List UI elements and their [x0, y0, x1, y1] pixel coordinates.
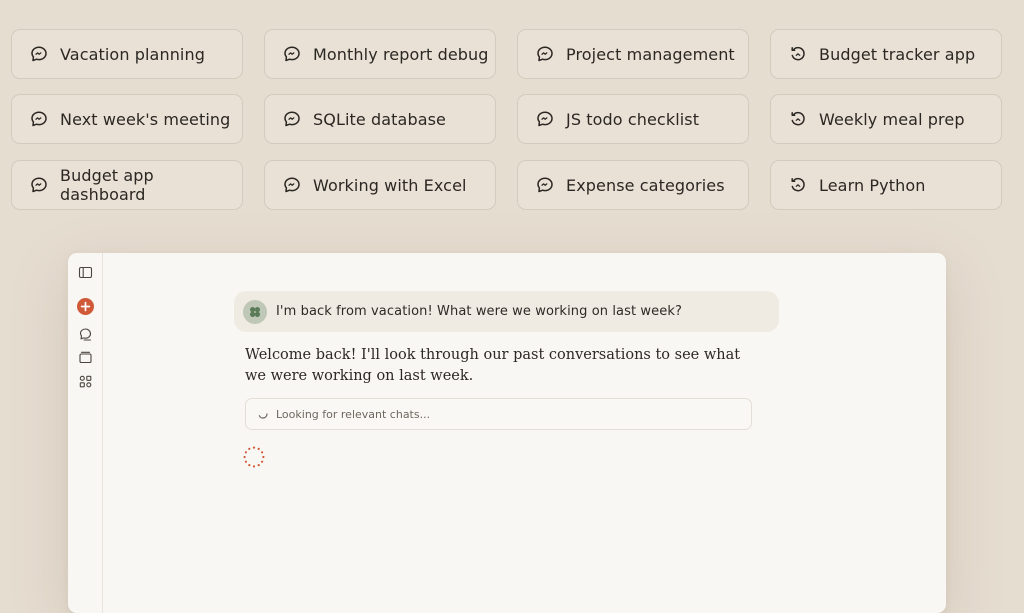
- chat-chip[interactable]: Monthly report debug: [264, 29, 496, 79]
- user-message: I'm back from vacation! What were we wor…: [234, 291, 779, 332]
- tool-status-box[interactable]: Looking for relevant chats...: [245, 398, 752, 430]
- chat-chip-label: Project management: [566, 44, 735, 64]
- chat-chip[interactable]: Budget app dashboard: [11, 160, 243, 210]
- chat-bubble-icon: [29, 175, 49, 195]
- chat-chip[interactable]: Weekly meal prep: [770, 94, 1002, 144]
- avatar: [243, 299, 267, 324]
- chat-chip[interactable]: Project management: [517, 29, 749, 79]
- chat-chip[interactable]: Working with Excel: [264, 160, 496, 210]
- chat-chip[interactable]: Expense categories: [517, 160, 749, 210]
- chat-bubble-icon: [282, 44, 302, 64]
- user-message-text: I'm back from vacation! What were we wor…: [276, 304, 682, 319]
- chat-chip-label: Budget app dashboard: [60, 166, 154, 204]
- history-icon: [788, 109, 808, 129]
- tool-status-text: Looking for relevant chats...: [276, 407, 431, 421]
- chat-bubble-icon: [282, 109, 302, 129]
- chat-window: I'm back from vacation! What were we wor…: [68, 253, 946, 613]
- artifacts-icon[interactable]: [78, 374, 93, 389]
- chat-bubble-icon: [535, 109, 555, 129]
- chat-bubble-icon: [29, 109, 49, 129]
- chat-chip-label: Vacation planning: [60, 44, 205, 64]
- history-icon: [788, 175, 808, 195]
- icon-sidebar: [68, 253, 103, 613]
- chat-chip-label: Weekly meal prep: [819, 109, 965, 129]
- chat-chip[interactable]: Learn Python: [770, 160, 1002, 210]
- history-icon: [788, 44, 808, 64]
- chat-chip[interactable]: Budget tracker app: [770, 29, 1002, 79]
- chat-chip[interactable]: JS todo checklist: [517, 94, 749, 144]
- assistant-reply: Welcome back! I'll look through our past…: [245, 347, 741, 384]
- projects-icon[interactable]: [78, 350, 93, 365]
- chat-chip-label: Working with Excel: [313, 175, 467, 195]
- chat-chip-label: Monthly report debug: [313, 44, 489, 64]
- clover-icon: [250, 306, 260, 317]
- chats-icon[interactable]: [78, 327, 93, 342]
- sidebar-toggle-icon[interactable]: [78, 265, 93, 280]
- chat-bubble-icon: [282, 175, 302, 195]
- chat-chip[interactable]: Vacation planning: [11, 29, 243, 79]
- chat-chip-label: JS todo checklist: [566, 109, 700, 129]
- spinner-icon: [243, 446, 265, 468]
- chat-chip[interactable]: SQLite database: [264, 94, 496, 144]
- chat-chip-label: Budget tracker app: [819, 44, 976, 64]
- chat-chip[interactable]: Next week's meeting: [11, 94, 243, 144]
- chat-chip-label: Next week's meeting: [60, 109, 231, 129]
- chat-chip-label: SQLite database: [313, 109, 446, 129]
- chat-chip-label: Learn Python: [819, 175, 926, 195]
- chat-bubble-icon: [535, 44, 555, 64]
- chat-bubble-icon: [29, 44, 49, 64]
- chat-bubble-icon: [535, 175, 555, 195]
- new-chat-icon[interactable]: [77, 298, 94, 315]
- chat-chip-label: Expense categories: [566, 175, 725, 195]
- loading-icon: [258, 413, 268, 419]
